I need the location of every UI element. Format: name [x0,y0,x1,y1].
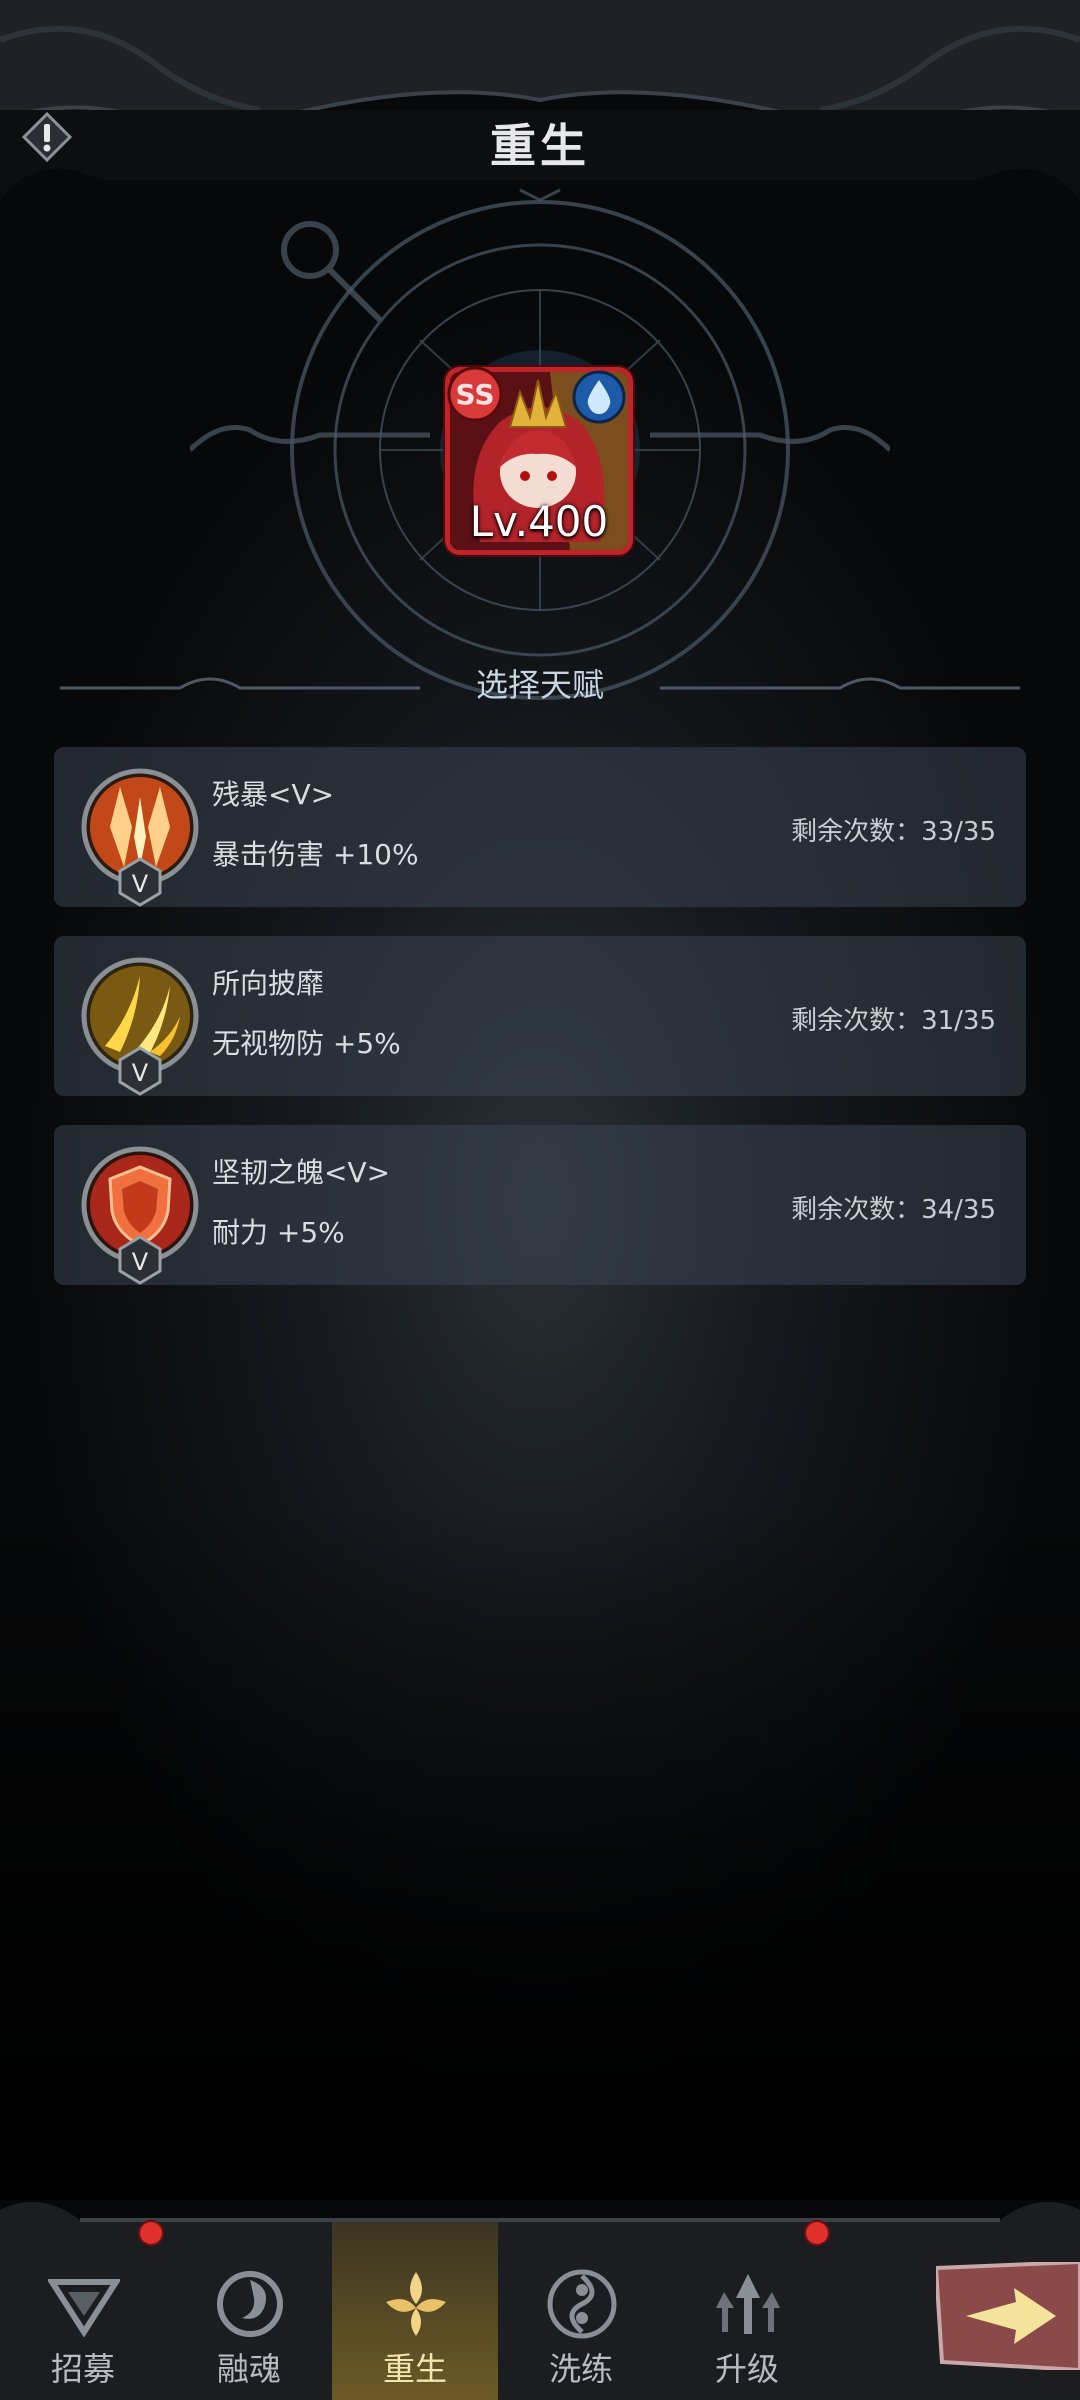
tab-soul-fusion[interactable]: 融魂 [166,2222,332,2400]
grade-text: V [132,870,149,898]
tab-refine[interactable]: 洗练 [498,2222,664,2400]
section-title: 选择天赋 [475,666,604,704]
tab-label: 重生 [382,2350,447,2388]
tab-label: 升级 [714,2350,779,2388]
talent-remaining: 剩余次数：33/35 [791,817,996,847]
notification-dot [806,2222,828,2244]
talent-effect: 暴击伤害 +10% [212,838,419,871]
rank-text: SS [455,378,494,411]
grade-text: V [132,1248,149,1276]
shield-talent-icon: V [81,1146,199,1285]
talent-remaining: 剩余次数：31/35 [791,1006,996,1036]
recruit-icon [48,2279,120,2338]
next-arrow-button[interactable] [936,2262,1080,2370]
talent-card-1[interactable]: V 残暴<Ⅴ> 暴击伤害 +10% 剩余次数：33/35 [54,747,1026,907]
tab-rebirth[interactable]: 重生 [332,2222,498,2400]
rebirth-icon [386,2272,446,2336]
talent-card-2[interactable]: V 所向披靡 无视物防 +5% 剩余次数：31/35 [54,936,1026,1096]
cruelty-talent-icon: V [81,768,199,907]
talent-card-3[interactable]: V 坚韧之魄<Ⅴ> 耐力 +5% 剩余次数：34/35 [54,1125,1026,1285]
soul-fusion-icon [217,2271,283,2337]
water-element-icon [572,370,626,424]
refine-icon [547,2269,617,2339]
tab-label: 融魂 [216,2350,281,2388]
tab-upgrade[interactable]: 升级 [664,2222,830,2400]
tab-recruit[interactable]: 招募 [0,2222,166,2400]
talent-remaining: 剩余次数：34/35 [791,1195,996,1225]
grade-text: V [132,1059,149,1087]
talent-effect: 耐力 +5% [212,1216,345,1249]
info-icon[interactable] [22,112,72,162]
talent-effect: 无视物防 +5% [212,1027,401,1060]
tab-label: 招募 [50,2350,115,2388]
background-shade [0,1500,1080,2200]
talent-name: 坚韧之魄<Ⅴ> [212,1156,391,1189]
page-title: 重生 [490,119,590,173]
tab-label: 洗练 [548,2350,613,2388]
ss-rank-badge: SS [447,366,503,422]
upgrade-icon [716,2274,780,2334]
hero-level: Lv.400 [469,497,609,546]
talent-name: 残暴<Ⅴ> [212,778,335,811]
notification-dot [140,2222,162,2244]
invincible-talent-icon: V [81,957,199,1096]
talent-name: 所向披靡 [212,967,325,1000]
